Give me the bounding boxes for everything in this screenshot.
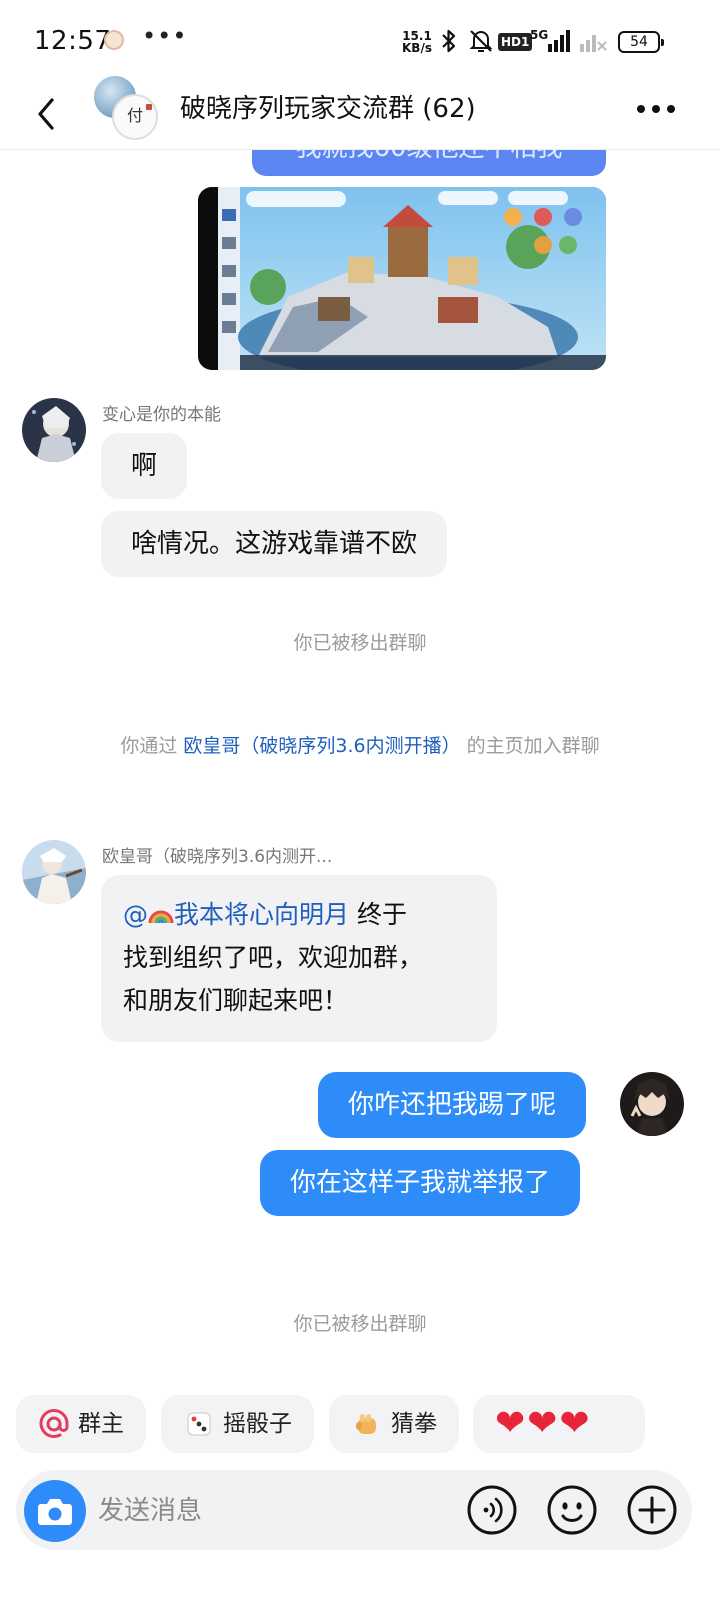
back-arrow-icon[interactable]	[28, 92, 68, 136]
voice-icon[interactable]	[466, 1484, 518, 1536]
message-bubble-welcome[interactable]: @ 我本将心向明月 终于 找到组织了吧，欢迎加群， 和朋友们聊起来吧！	[101, 875, 497, 1042]
system-message-joined: 你通过 欧皇哥（破晓序列3.6内测开播） 的主页加入群聊	[92, 730, 628, 762]
hearts-emoji-label: ❤❤❤	[495, 1403, 592, 1444]
message-bubble[interactable]: 啊	[101, 433, 188, 499]
hearts-chip[interactable]: ❤❤❤	[473, 1395, 645, 1453]
signal-icon	[548, 30, 570, 52]
mention-username[interactable]: 我本将心向明月	[174, 900, 349, 929]
welcome-line-1: @ 我本将心向明月 终于	[123, 893, 475, 936]
group-title[interactable]: 破晓序列玩家交流群 (62)	[180, 88, 476, 125]
dice-icon	[187, 1412, 211, 1436]
fist-icon	[356, 1414, 376, 1434]
status-time: 12:57	[34, 26, 112, 56]
message-bubble[interactable]: 啥情况。这游戏靠谱不欧	[101, 511, 448, 577]
net-speed-unit: KB/s	[402, 41, 432, 55]
game-screenshot-image[interactable]	[198, 187, 606, 370]
at-sign-icon	[39, 1408, 69, 1438]
signal-weak-icon	[580, 35, 607, 52]
sender-avatar-2[interactable]	[22, 840, 86, 904]
join-suffix: 的主页加入群聊	[466, 735, 600, 757]
emoji-icon[interactable]	[546, 1484, 598, 1536]
group-avatar-member-b: 付	[112, 94, 158, 140]
camera-icon[interactable]	[24, 1480, 86, 1542]
muted-bell-icon	[469, 30, 493, 52]
dice-label: 摇骰子	[223, 1411, 292, 1437]
previous-self-message[interactable]: 我就找60级他还不相我	[252, 150, 606, 176]
rps-label: 猜拳	[391, 1411, 437, 1437]
sender-name-2: 欧皇哥（破晓序列3.6内测开...	[102, 847, 333, 867]
sender-avatar-1[interactable]	[22, 398, 86, 462]
join-source-link[interactable]: 欧皇哥（破晓序列3.6内测开播）	[183, 735, 460, 757]
status-overflow: •••	[142, 22, 188, 50]
chat-area[interactable]: 我就找60级他还不相我	[0, 150, 720, 1390]
mention-at[interactable]: @	[123, 900, 148, 929]
owner-label: 群主	[78, 1411, 124, 1437]
self-avatar[interactable]	[620, 1072, 684, 1136]
system-message-removed: 你已被移出群聊	[293, 1313, 427, 1335]
self-message-bubble[interactable]: 你在这样子我就举报了	[260, 1150, 581, 1216]
mention-owner-chip[interactable]: 群主	[16, 1395, 146, 1453]
sender-name-1: 变心是你的本能	[102, 405, 221, 425]
battery-icon: 54	[618, 31, 664, 53]
system-message-removed: 你已被移出群聊	[293, 632, 427, 654]
join-prefix: 你通过	[120, 735, 178, 757]
bluetooth-icon	[442, 29, 456, 53]
welcome-line-3: 和朋友们聊起来吧！	[123, 986, 349, 1015]
rainbow-emoji-icon	[148, 910, 174, 924]
hd-badge: HD1	[498, 33, 533, 51]
app-emoji-icon	[104, 30, 124, 50]
more-dots-icon[interactable]	[632, 94, 680, 124]
welcome-line-2: 找到组织了吧，欢迎加群，	[123, 943, 424, 972]
message-input[interactable]	[98, 1484, 438, 1538]
group-avatar[interactable]: 付	[90, 74, 162, 146]
plus-icon[interactable]	[626, 1484, 678, 1536]
self-message-bubble[interactable]: 你咋还把我踢了呢	[318, 1072, 587, 1138]
message-input-bar	[0, 1460, 720, 1600]
net-speed: 15.1 KB/s	[400, 30, 434, 54]
rock-paper-scissors-chip[interactable]: 猜拳	[329, 1395, 459, 1453]
quick-actions-bar: 群主 摇骰子 猜拳 ❤❤❤	[0, 1390, 720, 1460]
welcome-line-1-rest: 终于	[349, 900, 407, 929]
chat-header: 付 破晓序列玩家交流群 (62)	[0, 74, 720, 150]
dice-chip[interactable]: 摇骰子	[161, 1395, 314, 1453]
network-type: 5G	[530, 28, 549, 42]
